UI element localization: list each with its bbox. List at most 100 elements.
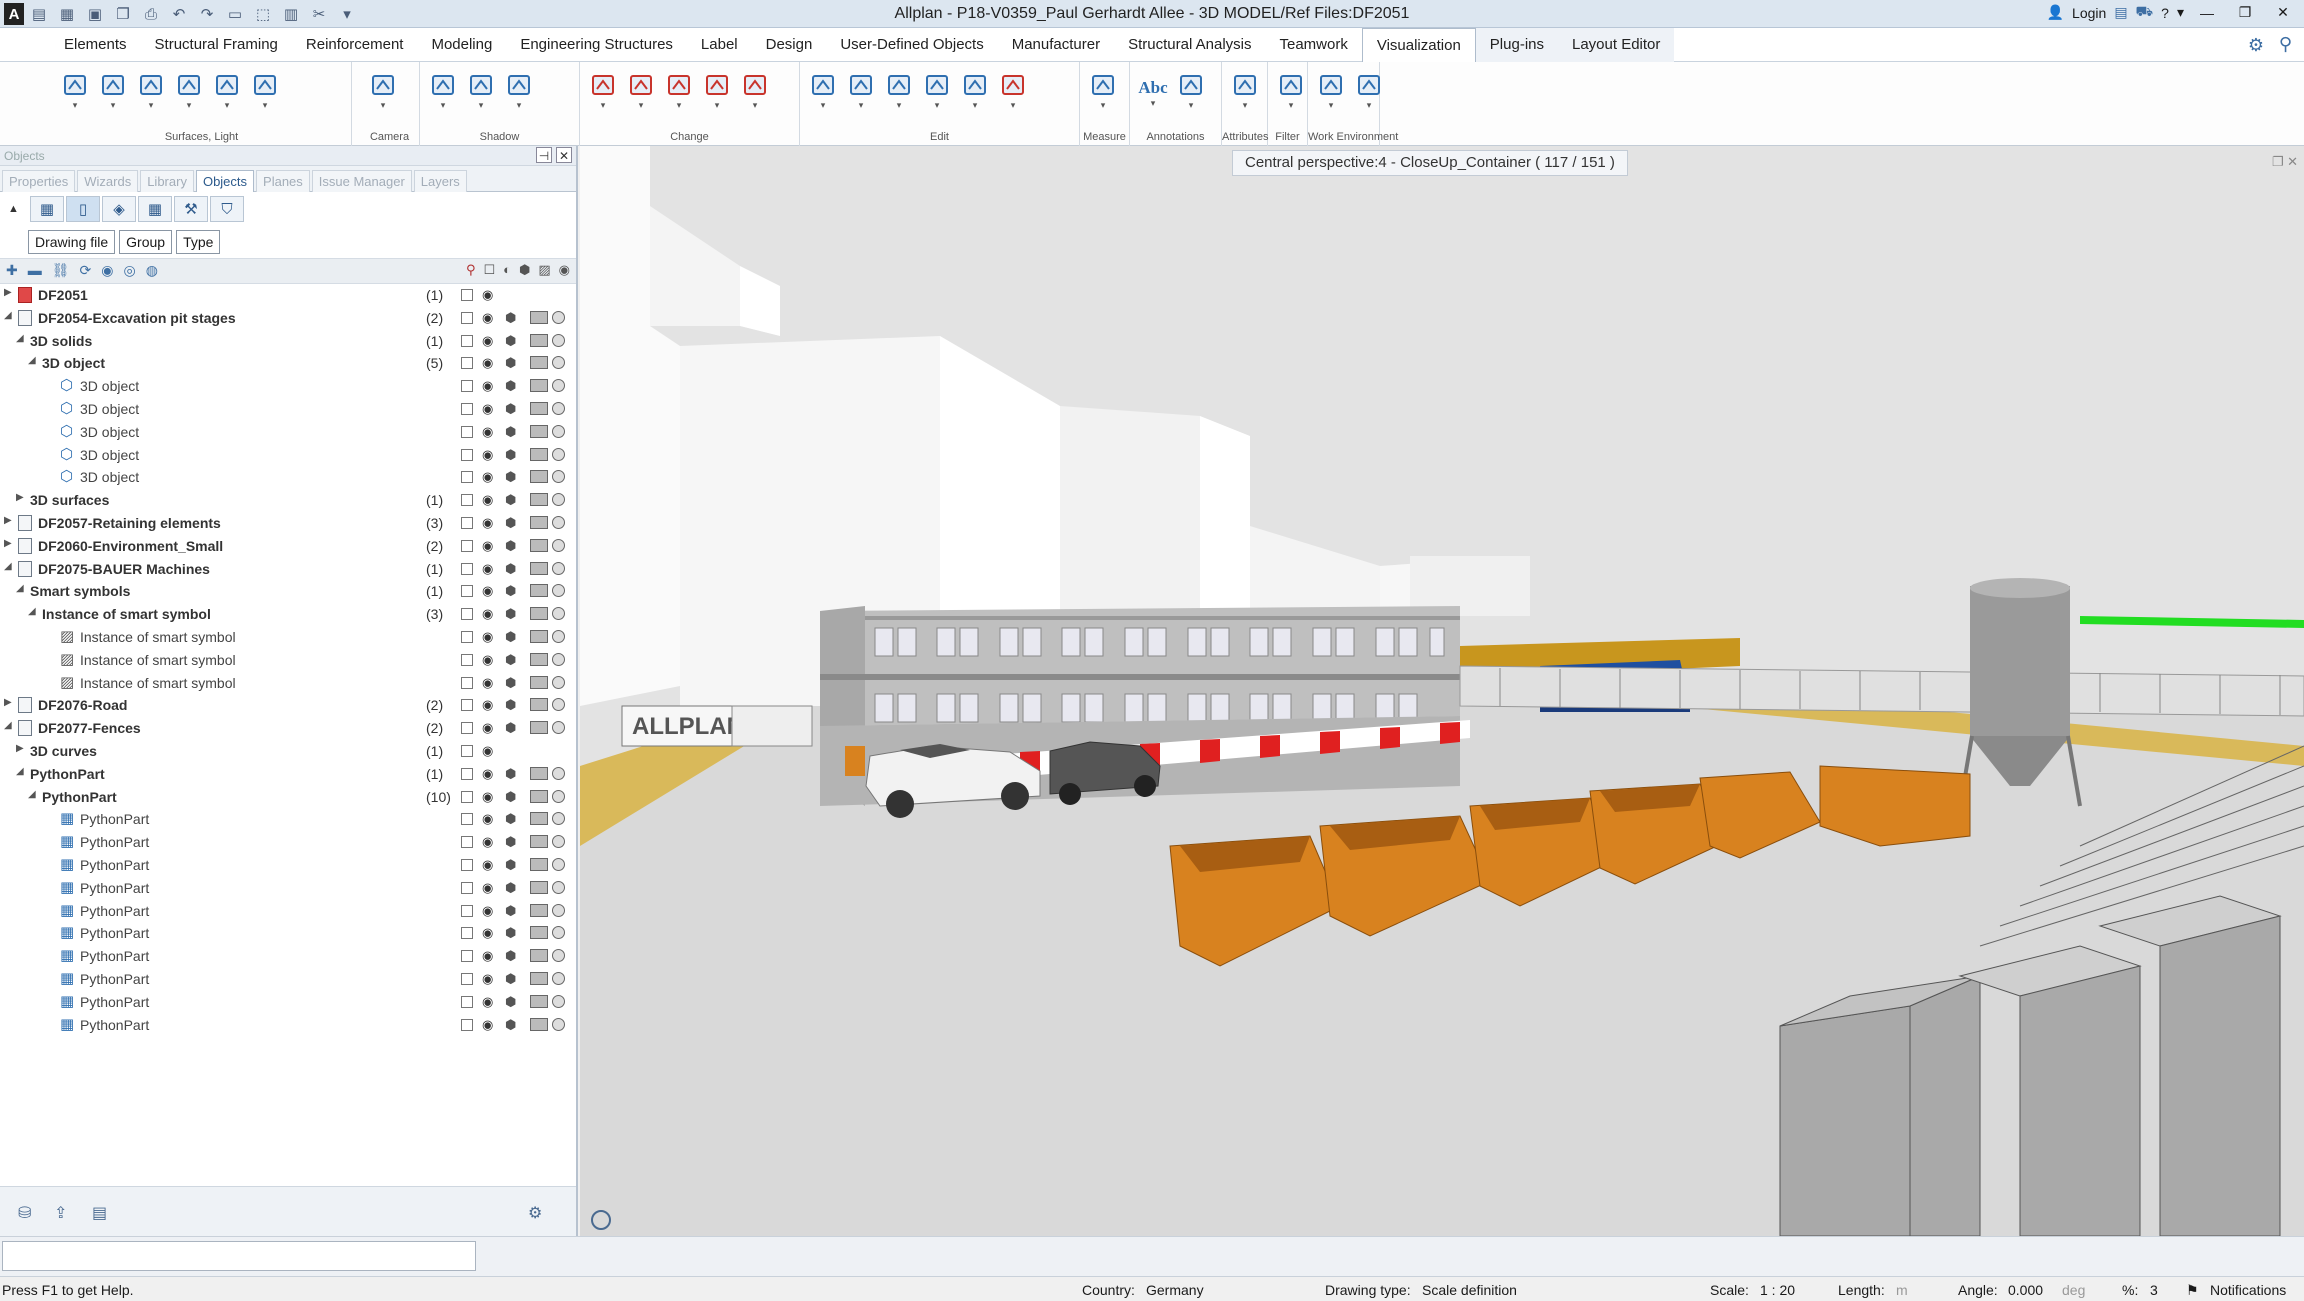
dropdown-arrow-icon[interactable]: ▾ — [111, 100, 116, 110]
material-swatch-icon[interactable] — [530, 698, 548, 712]
render-cube-icon[interactable]: ⬢ — [505, 675, 516, 691]
visibility-eye-icon[interactable]: ◉ — [482, 561, 493, 577]
tree-row[interactable]: ◢ 3D object (5) ◉ ⬢ — [0, 352, 576, 375]
render-button[interactable]: ▾ — [172, 70, 206, 114]
surface-dot-icon[interactable] — [552, 538, 565, 552]
shop-icon[interactable]: ▤ — [2114, 4, 2127, 21]
visibility-eye-icon[interactable]: ◉ — [482, 857, 493, 873]
select-checkbox[interactable] — [461, 380, 473, 393]
app-logo-icon[interactable]: A — [4, 3, 24, 25]
render-cube-icon[interactable]: ⬢ — [505, 857, 516, 873]
select-checkbox[interactable] — [461, 744, 473, 757]
scale-value[interactable]: 1 : 20 — [1760, 1282, 1795, 1298]
tab-elements[interactable]: Elements — [50, 28, 141, 62]
tree-row[interactable]: ◢ DF2075-BAUER Machines (1) ◉ ⬢ — [0, 558, 576, 581]
render-cube-icon[interactable]: ⬢ — [505, 583, 516, 599]
surface-dot-icon[interactable] — [552, 310, 565, 324]
building-structure-icon[interactable]: ▦ — [30, 196, 64, 222]
material-swatch-icon[interactable] — [530, 857, 548, 871]
material-swatch-icon[interactable] — [530, 675, 548, 689]
tree-refresh-icon[interactable]: ⟳ — [80, 262, 92, 279]
render-cube-icon[interactable]: ⬢ — [505, 834, 516, 850]
tab-modeling[interactable]: Modeling — [417, 28, 506, 62]
note-button[interactable]: ▾ — [1174, 70, 1208, 114]
palette-tab-planes[interactable]: Planes — [256, 170, 310, 192]
render-cube-icon[interactable]: ⬢ — [505, 378, 516, 394]
render-cube-icon[interactable]: ⬢ — [505, 447, 516, 463]
render-cube-icon[interactable]: ⬢ — [505, 424, 516, 440]
select-checkbox[interactable] — [461, 289, 473, 301]
visibility-eye-icon[interactable]: ◉ — [482, 971, 493, 987]
filter-drawing-file-button[interactable]: Drawing file — [28, 230, 116, 254]
new-file-icon[interactable]: ▤ — [26, 3, 52, 25]
tree-row[interactable]: ◢ PythonPart (10) ◉ ⬢ — [0, 786, 576, 809]
select-checkbox[interactable] — [461, 699, 473, 712]
visibility-eye-icon[interactable]: ◉ — [482, 447, 493, 463]
tree-row[interactable]: ▨ Instance of smart symbol ◉ ⬢ — [0, 672, 576, 695]
palette-tab-objects[interactable]: Objects — [195, 170, 255, 192]
tab-plug-ins[interactable]: Plug-ins — [1475, 28, 1558, 62]
close-palette-button[interactable]: ✕ — [556, 147, 572, 163]
material-swatch-icon[interactable] — [530, 493, 548, 507]
render-cube-icon[interactable]: ⬢ — [505, 811, 516, 827]
visibility-eye-icon[interactable]: ◉ — [482, 355, 493, 371]
tree-row[interactable]: ⬡ 3D object ◉ ⬢ — [0, 466, 576, 489]
tab-engineering-structures[interactable]: Engineering Structures — [506, 28, 687, 62]
material-swatch-icon[interactable] — [530, 607, 548, 621]
material-swatch-icon[interactable] — [530, 766, 548, 780]
material-swatch-icon[interactable] — [530, 584, 548, 598]
tree-row[interactable]: ▶ DF2060-Environment_Small (2) ◉ ⬢ — [0, 535, 576, 558]
maximize-button[interactable]: ❐ — [2230, 4, 2260, 21]
tree-row[interactable]: ▦ PythonPart ◉ ⬢ — [0, 854, 576, 877]
camera-button[interactable]: ▾ — [366, 70, 400, 114]
material-swatch-icon[interactable] — [530, 629, 548, 643]
collapse-arrow-icon[interactable]: ◢ — [4, 310, 12, 321]
visibility-eye-icon[interactable]: ◉ — [482, 766, 493, 782]
sun-light-button[interactable]: ▾ — [58, 70, 92, 114]
material-swatch-icon[interactable] — [530, 812, 548, 826]
modify-button[interactable]: ▾ — [662, 70, 696, 114]
select-checkbox[interactable] — [461, 608, 473, 621]
tree-link-icon[interactable]: ⛓ — [52, 262, 70, 279]
drawing-type-value[interactable]: Scale definition — [1422, 1282, 1517, 1298]
notifications-button[interactable]: Notifications — [2210, 1282, 2286, 1298]
select-checkbox[interactable] — [461, 448, 473, 461]
tab-structural-framing[interactable]: Structural Framing — [141, 28, 292, 62]
visibility-eye-icon[interactable]: ◉ — [482, 925, 493, 941]
tree-row[interactable]: ▶ 3D curves (1) ◉ — [0, 740, 576, 763]
visibility-eye-icon[interactable]: ◉ — [482, 492, 493, 508]
surface-grid-button[interactable]: ▾ — [134, 70, 168, 114]
dropdown-arrow-icon[interactable]: ▾ — [1151, 98, 1156, 108]
expand-arrow-icon[interactable]: ▶ — [4, 538, 12, 549]
surface-dot-icon[interactable] — [552, 584, 565, 598]
surface-dot-icon[interactable] — [552, 561, 565, 575]
tree-row[interactable]: ▨ Instance of smart symbol ◉ ⬢ — [0, 626, 576, 649]
dropdown-arrow-icon[interactable]: ▾ — [677, 100, 682, 110]
collapse-arrow-icon[interactable]: ◢ — [4, 720, 12, 731]
render-cube-icon[interactable]: ⬢ — [505, 971, 516, 987]
select-checkbox[interactable] — [461, 539, 473, 552]
surface-dot-icon[interactable] — [552, 675, 565, 689]
visibility-eye-icon[interactable]: ◉ — [482, 743, 493, 759]
select-checkbox[interactable] — [461, 425, 473, 438]
render-cube-icon[interactable]: ⬢ — [505, 515, 516, 531]
dropdown-arrow-icon[interactable]: ▾ — [601, 100, 606, 110]
stretch-button[interactable]: ▾ — [738, 70, 772, 114]
redo-icon[interactable]: ↷ — [194, 3, 220, 25]
select-checkbox[interactable] — [461, 311, 473, 324]
select-checkbox[interactable] — [461, 950, 473, 963]
crane-structure-icon[interactable]: ⚒ — [174, 196, 208, 222]
tree-row[interactable]: ◢ DF2077-Fences (2) ◉ ⬢ — [0, 717, 576, 740]
surface-dot-icon[interactable] — [552, 424, 565, 438]
surface-dot-icon[interactable] — [552, 812, 565, 826]
expand-arrow-icon[interactable]: ▶ — [4, 697, 12, 708]
tab-user-defined-objects[interactable]: User-Defined Objects — [826, 28, 997, 62]
surface-dot-icon[interactable] — [552, 903, 565, 917]
render-cube-icon[interactable]: ⬢ — [505, 948, 516, 964]
select-checkbox[interactable] — [461, 813, 473, 826]
select-checkbox[interactable] — [461, 722, 473, 735]
select-checkbox[interactable] — [461, 494, 473, 507]
open-project-icon[interactable]: ▦ — [54, 3, 80, 25]
render-cube-icon[interactable]: ⬢ — [505, 652, 516, 668]
viewport-restore-icon[interactable]: ❐ — [2272, 154, 2284, 169]
